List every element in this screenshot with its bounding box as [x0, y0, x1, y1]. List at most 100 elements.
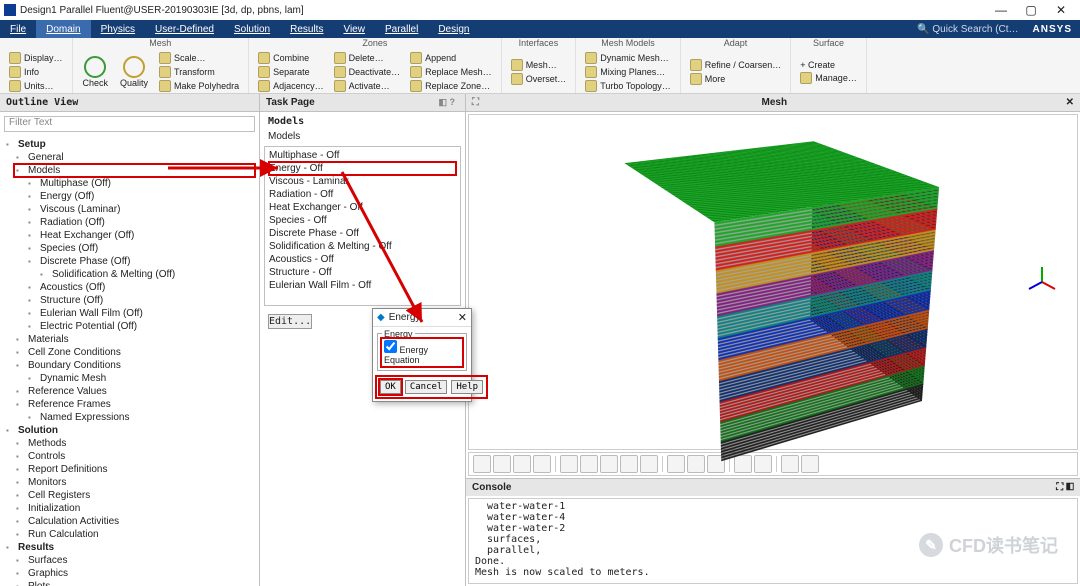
tree-report-definitions[interactable]: Report Definitions: [14, 463, 255, 476]
quick-search-input[interactable]: 🔍 Quick Search (Ct…: [911, 24, 1024, 35]
tree-calculation-activities[interactable]: Calculation Activities: [14, 515, 255, 528]
tree-dynamic-mesh[interactable]: Dynamic Mesh: [26, 372, 255, 385]
mixing-planes-button[interactable]: Mixing Planes…: [582, 65, 674, 79]
tree-species-off[interactable]: Species (Off): [26, 242, 255, 255]
polyhedra-button[interactable]: Make Polyhedra: [156, 79, 242, 93]
menu-design[interactable]: Design: [428, 20, 479, 38]
tree-reference-values[interactable]: Reference Values: [14, 385, 255, 398]
tree-named-expressions[interactable]: Named Expressions: [26, 411, 255, 424]
model-item-viscous[interactable]: Viscous - Laminar: [269, 175, 456, 188]
tree-methods[interactable]: Methods: [14, 437, 255, 450]
tree-energy-off[interactable]: Energy (Off): [26, 190, 255, 203]
combine-button[interactable]: Combine: [255, 51, 327, 65]
tree-general[interactable]: General: [14, 151, 255, 164]
tree-plots[interactable]: Plots: [14, 580, 255, 586]
tree-solution[interactable]: Solution: [4, 424, 255, 437]
tree-multiphase-off[interactable]: Multiphase (Off): [26, 177, 255, 190]
tree-eulerian-wall-film-off[interactable]: Eulerian Wall Film (Off): [26, 307, 255, 320]
menu-file[interactable]: File: [0, 20, 36, 38]
model-item-acoustics[interactable]: Acoustics - Off: [269, 253, 456, 266]
replace-zone-button[interactable]: Replace Zone…: [407, 79, 495, 93]
adjacency-button[interactable]: Adjacency…: [255, 79, 327, 93]
detach-icon[interactable]: ⛶: [472, 97, 479, 108]
transform-button[interactable]: Transform: [156, 65, 242, 79]
menu-user-defined[interactable]: User-Defined: [145, 20, 224, 38]
tree-surfaces[interactable]: Surfaces: [14, 554, 255, 567]
display-button[interactable]: Display…: [6, 51, 66, 65]
tree-electric-potential-off[interactable]: Electric Potential (Off): [26, 320, 255, 333]
append-button[interactable]: Append: [407, 51, 495, 65]
create-button[interactable]: + Create: [797, 59, 860, 71]
quality-button[interactable]: Quality: [116, 54, 152, 90]
model-item-eulerian[interactable]: Eulerian Wall Film - Off: [269, 279, 456, 292]
vt-save-icon[interactable]: [754, 455, 772, 473]
tree-viscous-laminar[interactable]: Viscous (Laminar): [26, 203, 255, 216]
vt-color-icon[interactable]: [801, 455, 819, 473]
model-item-structure[interactable]: Structure - Off: [269, 266, 456, 279]
close-viewport-icon[interactable]: ✕: [1066, 97, 1074, 108]
vt-view-icon[interactable]: [734, 455, 752, 473]
menu-parallel[interactable]: Parallel: [375, 20, 428, 38]
vt-plus-icon[interactable]: [493, 455, 511, 473]
edit-button[interactable]: Edit...: [268, 314, 312, 329]
turbo-topology-button[interactable]: Turbo Topology…: [582, 79, 674, 93]
manage-button[interactable]: Manage…: [797, 71, 860, 85]
vt-minus-icon[interactable]: [513, 455, 531, 473]
scale-button[interactable]: Scale…: [156, 51, 242, 65]
separate-button[interactable]: Separate: [255, 65, 327, 79]
model-item-species[interactable]: Species - Off: [269, 214, 456, 227]
tree-heat-exchanger-off[interactable]: Heat Exchanger (Off): [26, 229, 255, 242]
tree-reference-frames[interactable]: Reference Frames: [14, 398, 255, 411]
close-button[interactable]: ✕: [1046, 3, 1076, 17]
refine-button[interactable]: Refine / Coarsen…: [687, 58, 785, 72]
tree-boundary-conditions[interactable]: Boundary Conditions: [14, 359, 255, 372]
tree-graphics[interactable]: Graphics: [14, 567, 255, 580]
overset-button[interactable]: Overset…: [508, 72, 570, 86]
console-icons[interactable]: ⛶ ◧: [1056, 482, 1074, 493]
outline-tree[interactable]: SetupGeneralModelsMultiphase (Off)Energy…: [0, 136, 259, 586]
dynamic-mesh-button[interactable]: Dynamic Mesh…: [582, 51, 674, 65]
model-item-multiphase[interactable]: Multiphase - Off: [269, 149, 456, 162]
menu-view[interactable]: View: [333, 20, 375, 38]
model-item-energy[interactable]: Energy - Off: [269, 162, 456, 175]
vt-box-icon[interactable]: [533, 455, 551, 473]
tree-controls[interactable]: Controls: [14, 450, 255, 463]
tree-monitors[interactable]: Monitors: [14, 476, 255, 489]
tree-solidification-melting-off[interactable]: Solidification & Melting (Off): [38, 268, 255, 281]
units-button[interactable]: Units…: [6, 79, 66, 93]
tree-acoustics-off[interactable]: Acoustics (Off): [26, 281, 255, 294]
tree-initialization[interactable]: Initialization: [14, 502, 255, 515]
check-button[interactable]: Check: [79, 54, 113, 90]
vt-chart-icon[interactable]: [781, 455, 799, 473]
menu-physics[interactable]: Physics: [91, 20, 145, 38]
tree-cell-zone-conditions[interactable]: Cell Zone Conditions: [14, 346, 255, 359]
vt-zoom-icon[interactable]: [560, 455, 578, 473]
vt-play-icon[interactable]: [667, 455, 685, 473]
menu-domain[interactable]: Domain: [36, 20, 90, 38]
tree-cell-registers[interactable]: Cell Registers: [14, 489, 255, 502]
tree-discrete-phase-off[interactable]: Discrete Phase (Off): [26, 255, 255, 268]
tree-radiation-off[interactable]: Radiation (Off): [26, 216, 255, 229]
tree-materials[interactable]: Materials: [14, 333, 255, 346]
model-item-solidification[interactable]: Solidification & Melting - Off: [269, 240, 456, 253]
vt-probe-icon[interactable]: [620, 455, 638, 473]
tree-structure-off[interactable]: Structure (Off): [26, 294, 255, 307]
model-item-radiation[interactable]: Radiation - Off: [269, 188, 456, 201]
mesh-viewport[interactable]: [468, 114, 1078, 450]
vt-select-icon[interactable]: [473, 455, 491, 473]
tree-models[interactable]: Models: [14, 164, 255, 177]
maximize-button[interactable]: ▢: [1016, 3, 1046, 17]
help-button[interactable]: Help: [451, 380, 483, 394]
dialog-close-icon[interactable]: ✕: [458, 311, 467, 324]
tree-results[interactable]: Results: [4, 541, 255, 554]
menu-solution[interactable]: Solution: [224, 20, 280, 38]
tree-run-calculation[interactable]: Run Calculation: [14, 528, 255, 541]
vt-fit-icon[interactable]: [580, 455, 598, 473]
energy-equation-checkbox[interactable]: Energy Equation: [382, 339, 462, 366]
activate-button[interactable]: Activate…: [331, 79, 404, 93]
ok-button[interactable]: OK: [380, 380, 401, 394]
tree-setup[interactable]: Setup: [4, 138, 255, 151]
model-item-heat[interactable]: Heat Exchanger - Off: [269, 201, 456, 214]
vt-layers-icon[interactable]: [687, 455, 705, 473]
deactivate-button[interactable]: Deactivate…: [331, 65, 404, 79]
